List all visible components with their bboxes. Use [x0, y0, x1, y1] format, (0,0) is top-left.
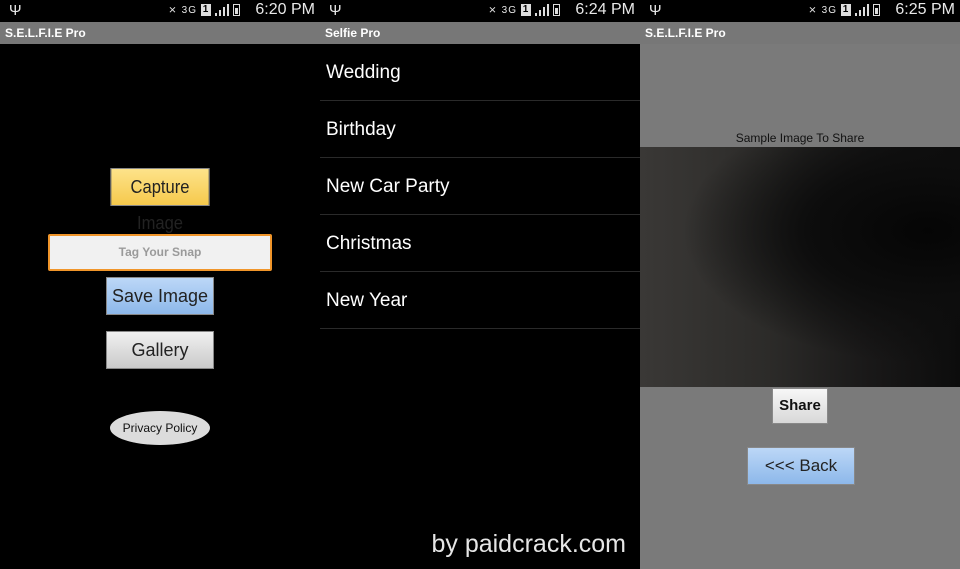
watermark: by paidcrack.com — [431, 530, 626, 558]
back-button[interactable]: <<< Back — [747, 447, 855, 485]
status-time: 6:20 PM — [255, 1, 315, 18]
list-item-wedding[interactable]: Wedding — [320, 44, 640, 101]
battery-icon — [873, 4, 880, 16]
usb-icon: Ψ — [9, 2, 22, 19]
signal-icon — [855, 4, 869, 16]
list-item-new-year[interactable]: New Year — [320, 272, 640, 329]
app-title: Selfie Pro — [320, 22, 640, 44]
mute-icon: ⨯ — [808, 4, 818, 16]
sim-icon: 1 — [841, 4, 851, 16]
battery-icon — [233, 4, 240, 16]
save-image-button[interactable]: Save Image — [106, 277, 214, 315]
status-time: 6:24 PM — [575, 1, 635, 18]
usb-icon: Ψ — [649, 2, 662, 19]
occasion-list: Wedding Birthday New Car Party Christmas… — [320, 44, 640, 329]
gallery-button[interactable]: Gallery — [106, 331, 214, 369]
list-item-birthday[interactable]: Birthday — [320, 101, 640, 158]
app-title: S.E.L.F.I.E Pro — [0, 22, 320, 44]
status-bar: Ψ ⨯ 3G 1 6:24 PM — [320, 0, 640, 22]
home-screen: Ψ ⨯ 3G 1 6:20 PM S.E.L.F.I.E Pro Capture… — [0, 0, 320, 569]
app-title: S.E.L.F.I.E Pro — [640, 22, 960, 44]
network-label: 3G — [821, 4, 837, 16]
list-item-new-car-party[interactable]: New Car Party — [320, 158, 640, 215]
sample-image-label: Sample Image To Share — [735, 131, 865, 145]
privacy-policy-button[interactable]: Privacy Policy — [110, 411, 210, 445]
battery-icon — [553, 4, 560, 16]
sim-icon: 1 — [201, 4, 211, 16]
tag-snap-input[interactable]: Tag Your Snap — [48, 234, 272, 271]
sim-icon: 1 — [521, 4, 531, 16]
share-button[interactable]: Share — [772, 388, 828, 424]
status-icons: ⨯ 3G 1 — [168, 4, 240, 16]
network-label: 3G — [181, 4, 197, 16]
status-icons: ⨯ 3G 1 — [808, 4, 880, 16]
status-icons: ⨯ 3G 1 — [488, 4, 560, 16]
usb-icon: Ψ — [329, 2, 342, 19]
status-bar: Ψ ⨯ 3G 1 6:20 PM — [0, 0, 320, 22]
status-bar: Ψ ⨯ 3G 1 6:25 PM — [640, 0, 960, 22]
network-label: 3G — [501, 4, 517, 16]
occasion-list-screen: Ψ ⨯ 3G 1 6:24 PM Selfie Pro Wedding Birt… — [320, 0, 640, 569]
signal-icon — [215, 4, 229, 16]
mute-icon: ⨯ — [168, 4, 178, 16]
sample-image — [640, 147, 960, 387]
mute-icon: ⨯ — [488, 4, 498, 16]
list-item-christmas[interactable]: Christmas — [320, 215, 640, 272]
share-screen: Ψ ⨯ 3G 1 6:25 PM S.E.L.F.I.E Pro Sample … — [640, 0, 960, 569]
capture-image-button[interactable]: Capture Image — [110, 168, 210, 233]
status-time: 6:25 PM — [895, 1, 955, 18]
signal-icon — [535, 4, 549, 16]
